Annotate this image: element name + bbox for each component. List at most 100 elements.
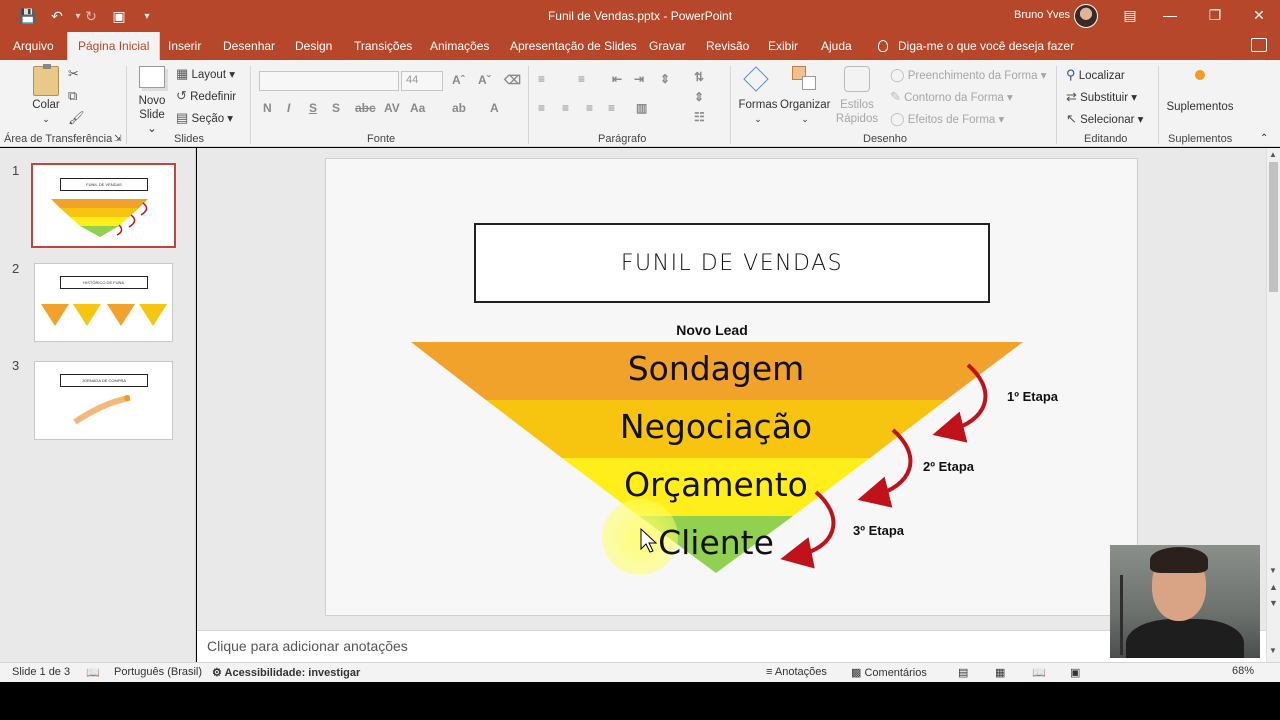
tab-animacoes[interactable]: Animações [430,32,489,60]
close-icon[interactable]: ✕ [1244,4,1274,26]
align-text-icon[interactable]: ⇕ [694,90,704,104]
find-button[interactable]: ⚲ Localizar [1066,67,1125,83]
spelling-icon[interactable]: 📖 [86,666,100,679]
shape-effects-button[interactable]: ◯ Efeitos de Forma ▾ [890,111,1004,127]
arrange-button[interactable]: Organizar ⌄ [780,66,831,126]
slide-thumbnail-1[interactable]: FUNIL DE VENDAS [31,163,176,248]
ribbon-display-options-icon[interactable]: ▤ [1115,4,1145,26]
notes-toggle[interactable]: ≡ Anotações [766,666,827,678]
comments-icon[interactable] [1251,38,1267,52]
highlight-icon[interactable]: ab [452,101,466,115]
stage-label-sondagem[interactable]: Sondagem [566,349,866,388]
tab-exibir[interactable]: Exibir [768,32,798,60]
accessibility-status[interactable]: ⚙ Acessibilidade: investigar [212,666,360,679]
normal-view-icon[interactable]: ▤ [958,666,968,679]
layout-button[interactable]: ▦ Layout ▾ [176,66,235,82]
scrollbar-thumb[interactable] [1269,162,1278,292]
user-name[interactable]: Bruno Yves [1014,9,1070,21]
paste-button[interactable]: Colar ⌄ [28,64,64,126]
stage-label-orcamento[interactable]: Orçamento [566,465,866,504]
slide-canvas[interactable]: FUNIL DE VENDAS Novo Lead Sondagem Negoc… [325,158,1138,616]
shadow-icon[interactable]: S [332,101,340,115]
clear-formatting-icon[interactable]: ⌫ [504,73,521,87]
scroll-down-end-icon[interactable]: ▼ [1269,646,1277,655]
notes-pane[interactable]: Clique para adicionar anotações [197,630,1266,662]
shapes-button[interactable]: Formas ⌄ [738,66,778,126]
vertical-scrollbar[interactable]: ▲ ▼ ▲ ▼ ▼ [1266,148,1280,662]
slide-number: 1 [12,163,20,178]
select-button[interactable]: ↖ Selecionar ▾ [1066,111,1143,127]
tell-me-search[interactable]: Diga-me o que você deseja fazer [878,32,1074,60]
cut-icon[interactable]: ✂ [68,66,79,82]
tab-transicoes[interactable]: Transições [354,32,412,60]
quick-styles-button[interactable]: Estilos Rápidos [832,66,882,126]
tab-arquivo[interactable]: Arquivo [13,32,54,60]
step-label-1[interactable]: 1º Etapa [1007,389,1058,404]
restore-icon[interactable]: ❐ [1200,4,1230,26]
slide-thumbnail-3[interactable]: JORNADA DE COMPRA [34,361,173,440]
increase-font-icon[interactable]: Aˆ [452,73,465,87]
tab-revisao[interactable]: Revisão [706,32,749,60]
shape-fill-button[interactable]: ◯ Preenchimento da Forma ▾ [890,67,1047,83]
quick-styles-icon [844,66,870,92]
bold-icon[interactable]: N [263,101,272,115]
stage-label-cliente[interactable]: Cliente [616,523,816,562]
tab-gravar[interactable]: Gravar [649,32,686,60]
numbering-icon[interactable]: ≡ [578,72,585,86]
columns-icon[interactable]: ▥ [636,101,647,115]
font-name-field[interactable] [259,71,399,91]
text-direction-icon[interactable]: ⇅ [694,70,704,84]
stage-label-negociacao[interactable]: Negociação [566,407,866,446]
zoom-level[interactable]: 68% [1232,665,1254,677]
tab-ajuda[interactable]: Ajuda [821,32,852,60]
character-spacing-icon[interactable]: AV [384,101,400,115]
next-slide-icon[interactable]: ▼ [1269,598,1278,608]
increase-indent-icon[interactable]: ⇥ [634,72,644,86]
bullets-icon[interactable]: ≡ [538,72,545,86]
copy-icon[interactable]: ⧉ [68,88,77,104]
italic-icon[interactable]: I [287,101,290,115]
justify-icon[interactable]: ≡ [608,101,615,115]
tab-inserir[interactable]: Inserir [168,32,201,60]
change-case-icon[interactable]: Aa [410,101,425,115]
previous-slide-icon[interactable]: ▲ [1269,582,1278,592]
slide-thumbnail-2[interactable]: HISTÓRICO DE FUNIL [34,263,173,342]
slideshow-view-icon[interactable]: ▣ [1070,666,1080,679]
format-painter-icon[interactable]: 🖌 [68,110,85,126]
minimize-icon[interactable]: — [1155,4,1185,26]
font-color-icon[interactable]: A [490,101,499,115]
strikethrough-icon[interactable]: abc [355,101,376,115]
slide-sorter-icon[interactable]: ▦ [995,666,1005,679]
step-label-3[interactable]: 3º Etapa [853,523,904,538]
replace-button[interactable]: ⇄ Substituir ▾ [1066,89,1137,105]
reset-button[interactable]: ↺ Redefinir [176,88,236,104]
tab-pagina-inicial[interactable]: Página Inicial [67,32,161,60]
cursor-icon: ↖ [1066,111,1077,126]
align-right-icon[interactable]: ≡ [586,101,593,115]
tab-design[interactable]: Design [295,32,332,60]
language-indicator[interactable]: Português (Brasil) [114,666,202,678]
comments-toggle[interactable]: ▩ Comentários [851,666,927,679]
underline-icon[interactable]: S [309,101,317,115]
dialog-launcher-icon[interactable]: ⇲ [114,133,122,144]
avatar[interactable] [1074,4,1098,28]
font-size-field[interactable]: 44 [401,71,443,91]
scroll-up-icon[interactable]: ▲ [1269,150,1277,159]
shape-outline-button[interactable]: ✎ Contorno da Forma ▾ [890,89,1013,105]
align-left-icon[interactable]: ≡ [538,101,545,115]
new-slide-button[interactable]: Novo Slide ⌄ [134,66,170,136]
smartart-icon[interactable]: ☷ [694,110,705,124]
reading-view-icon[interactable]: 📖 [1032,666,1046,679]
align-center-icon[interactable]: ≡ [562,101,569,115]
collapse-ribbon-icon[interactable]: ⌃ [1260,133,1268,144]
step-label-2[interactable]: 2º Etapa [923,459,974,474]
section-button[interactable]: ▤ Seção ▾ [176,110,233,126]
addins-button[interactable]: Suplementos [1164,70,1236,114]
decrease-font-icon[interactable]: Aˇ [478,73,491,87]
scroll-down-icon[interactable]: ▼ [1269,566,1277,575]
tab-desenhar[interactable]: Desenhar [223,32,275,60]
ribbon: Colar ⌄ ✂ ⧉ 🖌 Área de Transferência ⇲ No… [0,60,1280,147]
tab-apresentacao[interactable]: Apresentação de Slides [510,32,637,60]
line-spacing-icon[interactable]: ⇕ [660,72,670,86]
decrease-indent-icon[interactable]: ⇤ [612,72,622,86]
